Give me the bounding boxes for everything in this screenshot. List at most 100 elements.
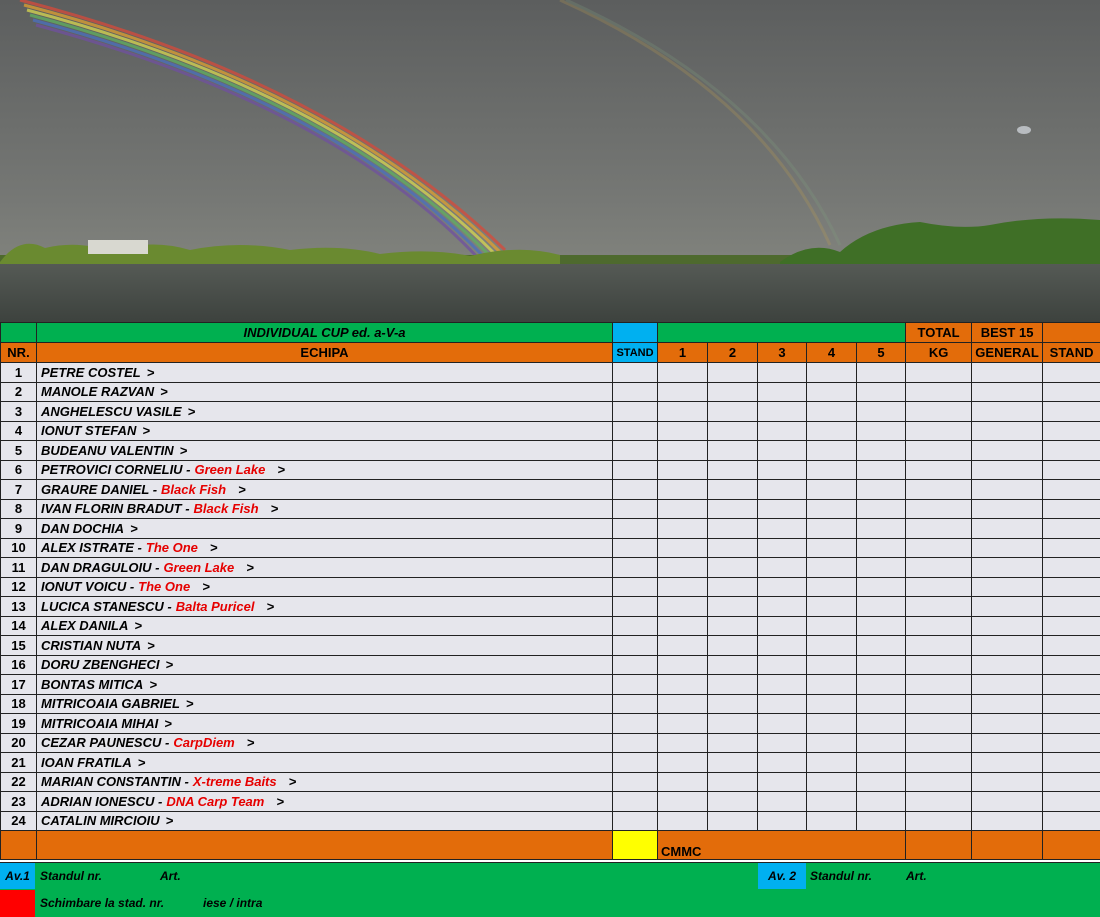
total-kg-cell [906, 694, 972, 714]
table-row: 5BUDEANU VALENTIN> [1, 441, 1100, 461]
total-kg-cell [906, 655, 972, 675]
round-4-cell [807, 811, 857, 831]
round-4-cell [807, 577, 857, 597]
arrow-marker: > [166, 813, 174, 828]
team-name: The One [146, 540, 198, 555]
round-2-cell [708, 655, 758, 675]
round-3-cell [758, 402, 807, 422]
round-4-cell [807, 655, 857, 675]
round-3-cell [758, 675, 807, 695]
best-general-cell [972, 636, 1043, 656]
participant-name: ADRIAN IONESCU - [41, 794, 162, 809]
participant-cell: IONUT VOICU -The One> [37, 577, 613, 597]
participant-cell: MARIAN CONSTANTIN - X-treme Baits > [37, 772, 613, 792]
team-name: CarpDiem [173, 735, 234, 750]
stand-cell [613, 441, 658, 461]
table-row: 21IOAN FRATILA> [1, 753, 1100, 773]
summary-stand-right-cell [1043, 831, 1100, 860]
participant-name: GRAURE DANIEL - [41, 482, 157, 497]
round-1-cell [658, 421, 708, 441]
best-general-cell [972, 402, 1043, 422]
participant-name: PETROVICI CORNELIU - [41, 462, 191, 477]
arrow-marker: > [289, 774, 297, 789]
row-number: 22 [1, 772, 37, 792]
best-general-cell [972, 519, 1043, 539]
arrow-marker: > [180, 443, 188, 458]
round-4-header: 4 [807, 343, 857, 363]
round-1-cell [658, 811, 708, 831]
participant-name: IONUT STEFAN [41, 423, 136, 438]
table-row: 6PETROVICI CORNELIU -Green Lake> [1, 460, 1100, 480]
participant-name: MITRICOAIA MIHAI [41, 716, 158, 731]
best-general-cell [972, 558, 1043, 578]
row-number: 13 [1, 597, 37, 617]
round-4-cell [807, 460, 857, 480]
change-stand-swatch [0, 890, 35, 917]
round-3-cell [758, 577, 807, 597]
best-general-cell [972, 363, 1043, 383]
participant-cell: ANGHELESCU VASILE> [37, 402, 613, 422]
stand-cell [613, 772, 658, 792]
team-name: Black Fish [161, 482, 226, 497]
table-row: 4IONUT STEFAN> [1, 421, 1100, 441]
arrow-marker: > [142, 423, 150, 438]
av2-art-label: Art. [906, 863, 927, 889]
summary-stand-cell [613, 831, 658, 860]
stand-right-cell [1043, 811, 1100, 831]
team-name: X-treme Baits [193, 774, 277, 789]
best-general-cell [972, 577, 1043, 597]
participant-name: BONTAS MITICA [41, 677, 143, 692]
av2-standul-label: Standul nr. [810, 863, 872, 889]
team-name: Green Lake [163, 560, 234, 575]
change-stand-label: Schimbare la stad. nr. [40, 890, 164, 917]
stand-right-cell [1043, 577, 1100, 597]
stand-right-cell [1043, 421, 1100, 441]
round-1-cell [658, 441, 708, 461]
best-general-cell [972, 675, 1043, 695]
round-3-cell [758, 499, 807, 519]
round-3-cell [758, 519, 807, 539]
total-kg-cell [906, 499, 972, 519]
row-number: 3 [1, 402, 37, 422]
round-4-cell [807, 675, 857, 695]
table-row: 12IONUT VOICU -The One> [1, 577, 1100, 597]
arrow-marker: > [271, 501, 279, 516]
round-5-cell [857, 616, 906, 636]
arrow-marker: > [210, 540, 218, 555]
round-2-cell [708, 597, 758, 617]
round-3-cell [758, 733, 807, 753]
stand-right-cell [1043, 558, 1100, 578]
round-2-cell [708, 714, 758, 734]
stand-right-cell [1043, 714, 1100, 734]
total-kg-cell [906, 811, 972, 831]
stand-cell [613, 460, 658, 480]
participant-cell: DAN DOCHIA> [37, 519, 613, 539]
total-kg-cell [906, 577, 972, 597]
arrow-marker: > [165, 657, 173, 672]
table-row: 13LUCICA STANESCU -Balta Puricel> [1, 597, 1100, 617]
stand-cell [613, 538, 658, 558]
row-number: 21 [1, 753, 37, 773]
row-number: 14 [1, 616, 37, 636]
table-row: 20CEZAR PAUNESCU -CarpDiem> [1, 733, 1100, 753]
row-number: 23 [1, 792, 37, 812]
best-general-cell [972, 772, 1043, 792]
round-5-cell [857, 714, 906, 734]
participant-name: MARIAN CONSTANTIN - [41, 774, 189, 789]
participant-cell: ALEX ISTRATE -The One> [37, 538, 613, 558]
round-4-cell [807, 733, 857, 753]
participant-cell: CRISTIAN NUTA> [37, 636, 613, 656]
stand-cell [613, 421, 658, 441]
iese-intra-label: iese / intra [203, 890, 262, 917]
column-header-row: NR. ECHIPA STAND 1 2 3 4 5 KG GENERAL ST… [1, 343, 1100, 363]
total-kg-cell [906, 636, 972, 656]
row-number: 8 [1, 499, 37, 519]
stand-right-cell [1043, 655, 1100, 675]
round-3-cell [758, 382, 807, 402]
round-3-cell [758, 363, 807, 383]
round-4-cell [807, 636, 857, 656]
round-2-header: 2 [708, 343, 758, 363]
round-5-cell [857, 363, 906, 383]
stand-cell [613, 714, 658, 734]
stand-right-cell [1043, 538, 1100, 558]
